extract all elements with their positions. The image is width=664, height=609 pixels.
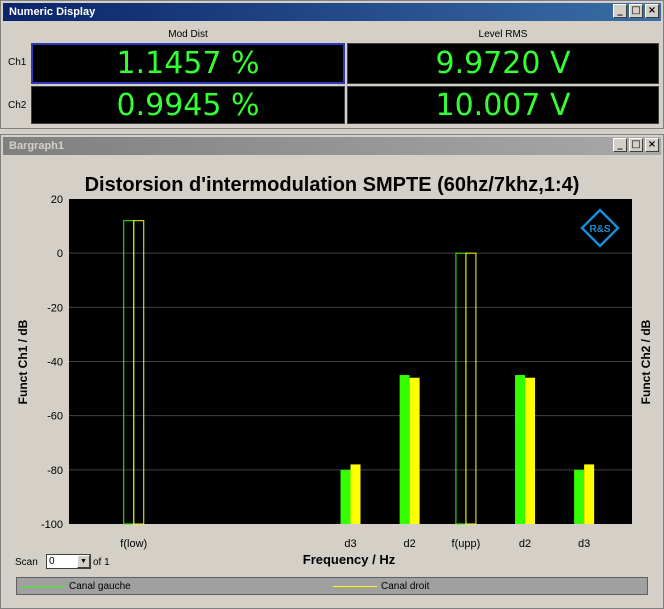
- bargraph-window: Bargraph1 _ □ ×: [0, 134, 664, 609]
- row-label-ch2: Ch2: [8, 100, 27, 111]
- legend-line-green: [21, 586, 65, 587]
- numeric-display-window: Numeric Display _ □ × Mod Dist Level RMS…: [0, 0, 664, 129]
- legend-label-left: Canal gauche: [69, 581, 131, 592]
- ch2-mod-dist-value[interactable]: 0.9945 %: [31, 86, 345, 124]
- close-button[interactable]: ×: [645, 138, 659, 152]
- legend-label-right: Canal droit: [381, 581, 430, 592]
- numeric-display-titlebar[interactable]: Numeric Display _ □ ×: [3, 3, 661, 21]
- scan-label: Scan: [15, 557, 38, 568]
- maximize-button[interactable]: □: [629, 4, 643, 18]
- ch1-level-rms-value[interactable]: 9.9720 V: [347, 43, 659, 84]
- ch2-level-rms-value[interactable]: 10.007 V: [347, 86, 659, 124]
- legend-item-left: Canal gauche: [21, 581, 131, 592]
- maximize-button[interactable]: □: [629, 138, 643, 152]
- close-button[interactable]: ×: [645, 4, 659, 18]
- row-label-ch1: Ch1: [8, 57, 27, 68]
- legend-line-yellow: [333, 586, 377, 587]
- scan-select[interactable]: 0 ▼: [46, 554, 91, 569]
- minimize-button[interactable]: _: [613, 138, 627, 152]
- bargraph-title: Bargraph1: [9, 140, 65, 152]
- column-header-level-rms: Level RMS: [478, 29, 528, 40]
- minimize-button[interactable]: _: [613, 4, 627, 18]
- chevron-down-icon[interactable]: ▼: [77, 555, 90, 568]
- scan-value: 0: [49, 556, 55, 567]
- numeric-display-title: Numeric Display: [9, 6, 96, 18]
- scan-of-label: of 1: [93, 557, 110, 568]
- column-header-mod-dist: Mod Dist: [168, 29, 208, 40]
- legend-item-right: Canal droit: [333, 581, 429, 592]
- ch1-mod-dist-value[interactable]: 1.1457 %: [31, 43, 345, 84]
- legend: Canal gauche Canal droit: [16, 577, 648, 595]
- bargraph-titlebar[interactable]: Bargraph1 _ □ ×: [3, 137, 661, 155]
